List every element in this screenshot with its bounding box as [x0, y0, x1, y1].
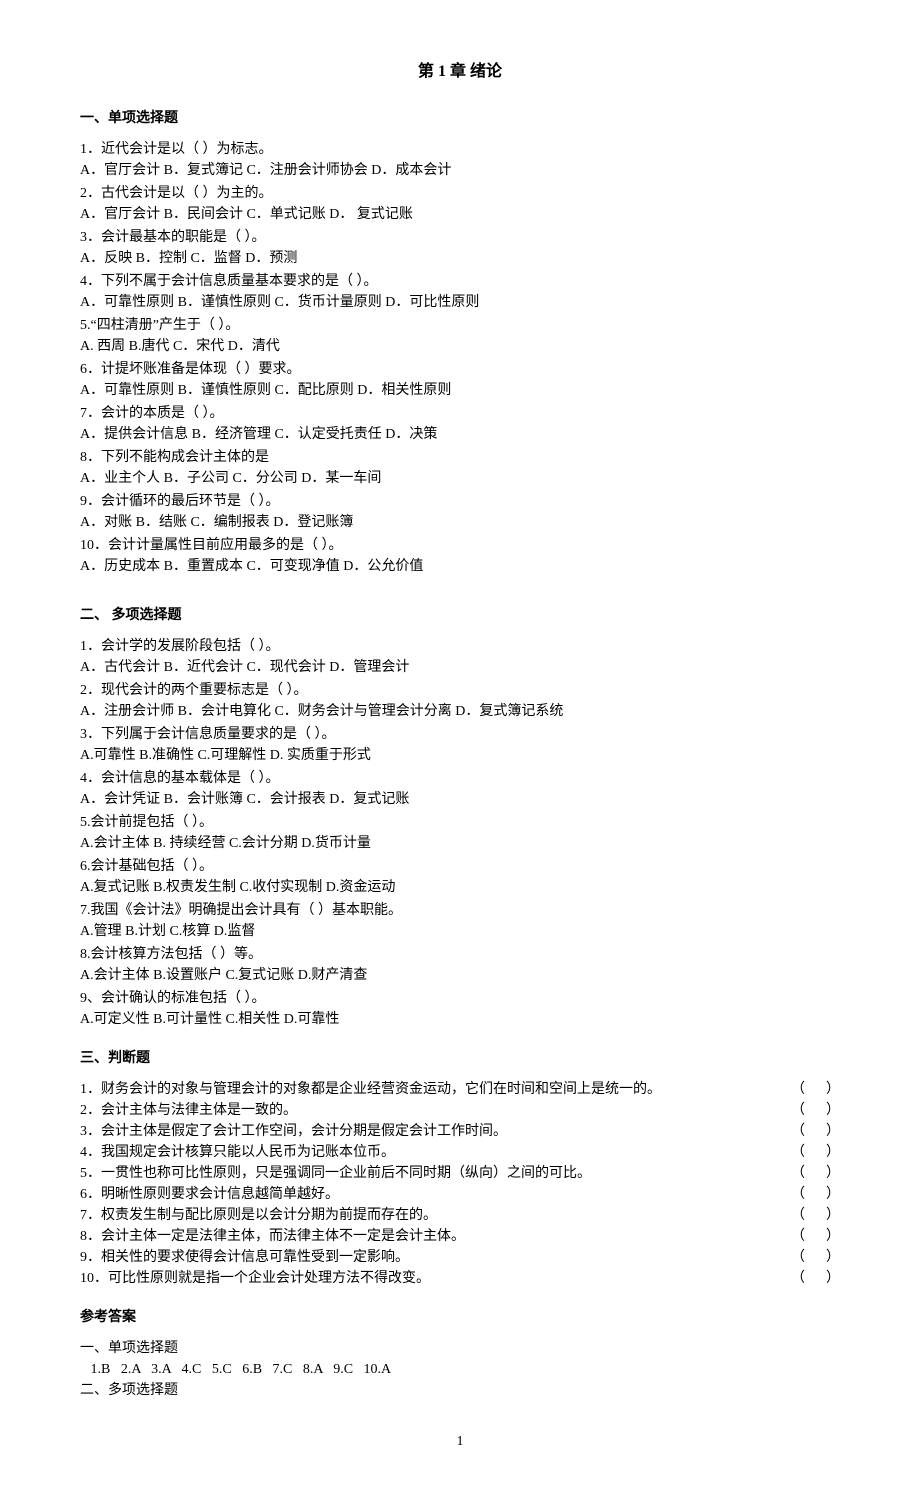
- s3-q3-blank: （ ）: [791, 1121, 840, 1142]
- s2-q3-options: A.可靠性 B.准确性 C.可理解性 D. 实质重于形式: [80, 745, 840, 766]
- s2-q1: 1．会计学的发展阶段包括（ ）。: [80, 636, 840, 657]
- answers-line-2: 1.B 2.A 3.A 4.C 5.C 6.B 7.C 8.A 9.C 10.A: [80, 1359, 840, 1380]
- s1-q2-options: A．官厅会计 B．民间会计 C．单式记账 D． 复式记账: [80, 204, 840, 225]
- s3-q9-blank: （ ）: [788, 1247, 841, 1268]
- s1-q8: 8．下列不能构成会计主体的是: [80, 447, 840, 468]
- s3-q10-text: 10．可比性原则就是指一个企业会计处理方法不得改变。: [80, 1268, 788, 1289]
- s3-q10-blank: （ ）: [788, 1268, 841, 1289]
- s3-q9: 9．相关性的要求使得会计信息可靠性受到一定影响。 （ ）: [80, 1247, 840, 1268]
- s3-q7-text: 7．权责发生制与配比原则是以会计分期为前提而存在的。: [80, 1205, 788, 1226]
- s1-q6: 6．计提坏账准备是体现（ ）要求。: [80, 359, 840, 380]
- s2-q8: 8.会计核算方法包括（ ）等。: [80, 944, 840, 965]
- section-1-body: 1．近代会计是以（ ）为标志。 A．官厅会计 B．复式簿记 C．注册会计师协会 …: [80, 139, 840, 577]
- s1-q7-options: A．提供会计信息 B．经济管理 C．认定受托责任 D．决策: [80, 424, 840, 445]
- s1-q10: 10．会计计量属性目前应用最多的是（ ）。: [80, 535, 840, 556]
- s2-q1-options: A．古代会计 B．近代会计 C．现代会计 D．管理会计: [80, 657, 840, 678]
- s1-q8-options: A．业主个人 B．子公司 C．分公司 D．某一车间: [80, 468, 840, 489]
- s2-q2: 2．现代会计的两个重要标志是（ ）。: [80, 680, 840, 701]
- s1-q4: 4．下列不属于会计信息质量基本要求的是（ ）。: [80, 271, 840, 292]
- s3-q4-text: 4．我国规定会计核算只能以人民币为记账本位币。: [80, 1142, 791, 1163]
- s1-q5: 5.“四柱清册”产生于（ ）。: [80, 315, 840, 336]
- s3-q8: 8．会计主体一定是法律主体，而法律主体不一定是会计主体。 （ ）: [80, 1226, 840, 1247]
- s3-q2: 2．会计主体与法律主体是一致的。 （ ）: [80, 1100, 840, 1121]
- s3-q3-text: 3．会计主体是假定了会计工作空间，会计分期是假定会计工作时间。: [80, 1121, 791, 1142]
- chapter-title: 第 1 章 绪论: [80, 60, 840, 84]
- s1-q4-options: A．可靠性原则 B．谨慎性原则 C．货币计量原则 D．可比性原则: [80, 292, 840, 313]
- answers-line-1: 一、单项选择题: [80, 1338, 840, 1359]
- s2-q7: 7.我国《会计法》明确提出会计具有（ ）基本职能。: [80, 900, 840, 921]
- s3-q6-text: 6．明晰性原则要求会计信息越简单越好。: [80, 1184, 791, 1205]
- s1-q7: 7．会计的本质是（ ）。: [80, 403, 840, 424]
- s1-q2: 2．古代会计是以（ ）为主的。: [80, 183, 840, 204]
- section-2-heading: 二、 多项选择题: [80, 605, 840, 626]
- s3-q9-text: 9．相关性的要求使得会计信息可靠性受到一定影响。: [80, 1247, 788, 1268]
- s1-q3: 3．会计最基本的职能是（ ）。: [80, 227, 840, 248]
- s1-q1: 1．近代会计是以（ ）为标志。: [80, 139, 840, 160]
- s3-q2-blank: （ ）: [791, 1100, 840, 1121]
- s2-q7-options: A.管理 B.计划 C.核算 D.监督: [80, 921, 840, 942]
- s3-q10: 10．可比性原则就是指一个企业会计处理方法不得改变。 （ ）: [80, 1268, 840, 1289]
- s3-q7: 7．权责发生制与配比原则是以会计分期为前提而存在的。 （ ）: [80, 1205, 840, 1226]
- s2-q5-options: A.会计主体 B. 持续经营 C.会计分期 D.货币计量: [80, 833, 840, 854]
- page-number: 1: [80, 1431, 840, 1452]
- s3-q8-text: 8．会计主体一定是法律主体，而法律主体不一定是会计主体。: [80, 1226, 788, 1247]
- s3-q5-text: 5．一贯性也称可比性原则，只是强调同一企业前后不同时期（纵向）之间的可比。: [80, 1163, 791, 1184]
- s1-q5-options: A. 西周 B.唐代 C．宋代 D．清代: [80, 336, 840, 357]
- s2-q4-options: A．会计凭证 B．会计账簿 C．会计报表 D．复式记账: [80, 789, 840, 810]
- section-1-heading: 一、单项选择题: [80, 108, 840, 129]
- s2-q5: 5.会计前提包括（ ）。: [80, 812, 840, 833]
- s3-q6-blank: （ ）: [791, 1184, 840, 1205]
- s2-q3: 3．下列属于会计信息质量要求的是（ ）。: [80, 724, 840, 745]
- s1-q10-options: A．历史成本 B．重置成本 C．可变现净值 D．公允价值: [80, 556, 840, 577]
- answers-line-3: 二、多项选择题: [80, 1380, 840, 1401]
- s2-q8-options: A.会计主体 B.设置账户 C.复式记账 D.财产清查: [80, 965, 840, 986]
- s2-q9-options: A.可定义性 B.可计量性 C.相关性 D.可靠性: [80, 1009, 840, 1030]
- s3-q7-blank: （ ）: [788, 1205, 841, 1226]
- s3-q4: 4．我国规定会计核算只能以人民币为记账本位币。 （ ）: [80, 1142, 840, 1163]
- s1-q6-options: A．可靠性原则 B．谨慎性原则 C．配比原则 D．相关性原则: [80, 380, 840, 401]
- s2-q4: 4．会计信息的基本载体是（ ）。: [80, 768, 840, 789]
- s3-q3: 3．会计主体是假定了会计工作空间，会计分期是假定会计工作时间。 （ ）: [80, 1121, 840, 1142]
- section-3-heading: 三、判断题: [80, 1048, 840, 1069]
- section-3-body: 1．财务会计的对象与管理会计的对象都是企业经营资金运动，它们在时间和空间上是统一…: [80, 1079, 840, 1289]
- s1-q9: 9．会计循环的最后环节是（ ）。: [80, 491, 840, 512]
- s3-q6: 6．明晰性原则要求会计信息越简单越好。 （ ）: [80, 1184, 840, 1205]
- s1-q3-options: A．反映 B．控制 C．监督 D．预测: [80, 248, 840, 269]
- section-2-body: 1．会计学的发展阶段包括（ ）。 A．古代会计 B．近代会计 C．现代会计 D．…: [80, 636, 840, 1030]
- s3-q1-text: 1．财务会计的对象与管理会计的对象都是企业经营资金运动，它们在时间和空间上是统一…: [80, 1079, 788, 1100]
- s2-q6: 6.会计基础包括（ ）。: [80, 856, 840, 877]
- s3-q5-blank: （ ）: [791, 1163, 840, 1184]
- s3-q5: 5．一贯性也称可比性原则，只是强调同一企业前后不同时期（纵向）之间的可比。 （ …: [80, 1163, 840, 1184]
- s3-q1-blank: （ ）: [788, 1079, 841, 1100]
- s1-q9-options: A．对账 B．结账 C．编制报表 D．登记账簿: [80, 512, 840, 533]
- s2-q9: 9、会计确认的标准包括（ ）。: [80, 988, 840, 1009]
- s3-q2-text: 2．会计主体与法律主体是一致的。: [80, 1100, 791, 1121]
- s3-q4-blank: （ ）: [791, 1142, 840, 1163]
- s2-q6-options: A.复式记账 B.权责发生制 C.收付实现制 D.资金运动: [80, 877, 840, 898]
- s2-q2-options: A．注册会计师 B．会计电算化 C．财务会计与管理会计分离 D．复式簿记系统: [80, 701, 840, 722]
- s1-q1-options: A．官厅会计 B．复式簿记 C．注册会计师协会 D．成本会计: [80, 160, 840, 181]
- s3-q1: 1．财务会计的对象与管理会计的对象都是企业经营资金运动，它们在时间和空间上是统一…: [80, 1079, 840, 1100]
- s3-q8-blank: （ ）: [788, 1226, 841, 1247]
- answers-heading: 参考答案: [80, 1307, 840, 1328]
